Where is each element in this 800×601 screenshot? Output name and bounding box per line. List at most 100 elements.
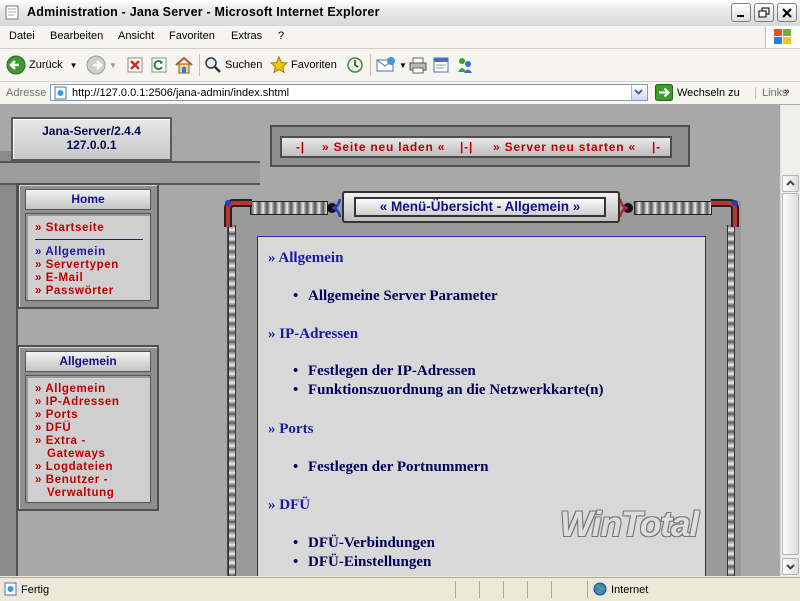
nav-benutzer-verwaltung[interactable]: » Benutzer - (35, 474, 108, 487)
menu-bearbeiten[interactable]: Bearbeiten (50, 30, 103, 42)
address-url: http://127.0.0.1:2506/jana-admin/index.s… (72, 87, 290, 99)
printer-icon (409, 57, 427, 74)
menu-datei[interactable]: Datei (9, 30, 35, 42)
address-dropdown-button[interactable] (631, 85, 647, 100)
print-button[interactable] (409, 53, 427, 77)
menu-help[interactable]: ? (278, 30, 284, 42)
restart-server-link[interactable]: » Server neu starten « (493, 138, 636, 156)
scroll-down-button[interactable] (782, 558, 799, 575)
action-bar: -| » Seite neu laden « |-| » Server neu … (270, 125, 690, 167)
go-button[interactable]: Wechseln zu (655, 84, 740, 101)
top-right-pipe (634, 201, 712, 215)
general-panel-body: » Allgemein » IP-Adressen » Ports » DFÜ … (25, 375, 151, 503)
menu-extras[interactable]: Extras (231, 30, 262, 42)
vertical-scrollbar[interactable] (780, 105, 800, 576)
search-button[interactable]: Suchen (204, 53, 262, 77)
page-content: Jana-Server/2.4.4 127.0.0.1 -| » Seite n… (0, 105, 780, 576)
home-button[interactable] (174, 53, 194, 77)
mail-button[interactable]: ▼ (376, 53, 407, 77)
nav-ip-adressen[interactable]: » IP-Adressen (35, 396, 120, 409)
windows-logo (765, 26, 800, 48)
links-toolbar[interactable]: Links (755, 87, 788, 99)
ie-page-icon (5, 5, 19, 20)
nav-ports[interactable]: » Ports (35, 409, 78, 422)
nav-benutzer-verwaltung-line2[interactable]: Verwaltung (47, 487, 114, 500)
minimize-icon (737, 15, 744, 17)
action-separator: -| (296, 140, 305, 154)
back-dropdown-icon[interactable]: ▼ (70, 61, 78, 70)
restore-button[interactable] (754, 3, 774, 22)
address-bar: Adresse http://127.0.0.1:2506/jana-admin… (0, 82, 800, 105)
left-frame-band (0, 161, 260, 185)
nav-startseite[interactable]: » Startseite (35, 222, 104, 235)
status-bar: Fertig Internet (0, 577, 800, 601)
section-ports-heading[interactable]: » Ports (268, 421, 313, 438)
nav-allgemein[interactable]: » Allgemein (35, 383, 106, 396)
list-item-festlegen-portnummern[interactable]: Festlegen der Portnummern (293, 459, 488, 476)
nav-allgemein-active[interactable]: » Allgemein (35, 246, 106, 259)
nav-divider (35, 239, 143, 240)
search-label: Suchen (225, 59, 263, 71)
home-panel: Home » Startseite » Allgemein » Serverty… (17, 183, 159, 309)
close-button[interactable] (777, 3, 797, 22)
scroll-up-button[interactable] (782, 175, 799, 192)
toolbar: Zurück ▼ ▼ Suchen Favoriten ▼ (0, 49, 800, 82)
stop-icon (127, 57, 143, 73)
forward-dropdown-icon[interactable]: ▼ (109, 61, 117, 70)
nav-email[interactable]: » E-Mail (35, 272, 83, 285)
search-icon (205, 57, 221, 73)
reload-page-link[interactable]: » Seite neu laden « (322, 138, 445, 156)
minimize-button[interactable] (731, 3, 751, 22)
server-version: Jana-Server/2.4.4 (42, 124, 141, 138)
forward-arrow-icon (86, 55, 106, 75)
page-status-icon (4, 582, 17, 596)
nav-dfue[interactable]: » DFÜ (35, 422, 71, 435)
page-icon (54, 86, 67, 100)
menu-favoriten[interactable]: Favoriten (169, 30, 215, 42)
action-separator: |-| (460, 140, 474, 154)
mail-dropdown-icon[interactable]: ▼ (399, 61, 407, 70)
list-item-dfue-verbindungen[interactable]: DFÜ-Verbindungen (293, 535, 435, 552)
wintotal-watermark: WinTotal (560, 505, 699, 544)
back-button[interactable]: Zurück ▼ (6, 53, 78, 77)
scroll-down-icon (786, 564, 795, 570)
home-panel-body: » Startseite » Allgemein » Servertypen »… (25, 213, 151, 301)
list-item-funktionszuordnung[interactable]: Funktionszuordnung an die Netzwerkkarte(… (293, 382, 603, 399)
nav-extra-gateways-line2[interactable]: Gateways (47, 448, 106, 461)
left-frame-strip (0, 151, 18, 576)
windows-flag-icon (774, 29, 791, 44)
forward-button[interactable]: ▼ (86, 53, 117, 77)
home-icon (175, 56, 193, 74)
list-item-allgemeine-server-parameter[interactable]: Allgemeine Server Parameter (293, 288, 498, 305)
refresh-button[interactable] (150, 53, 168, 77)
nav-extra-gateways[interactable]: » Extra - (35, 435, 86, 448)
server-ip: 127.0.0.1 (66, 138, 117, 152)
right-pipe (727, 225, 735, 576)
edit-page-icon (433, 57, 449, 73)
nav-passwoerter[interactable]: » Passwörter (35, 285, 114, 298)
links-chevron-icon[interactable]: » (784, 86, 790, 97)
favorites-label: Favoriten (291, 59, 337, 71)
nav-servertypen[interactable]: » Servertypen (35, 259, 119, 272)
history-button[interactable] (346, 53, 364, 77)
messenger-button[interactable] (456, 53, 474, 77)
chevron-down-icon (634, 89, 643, 95)
section-allgemein-heading[interactable]: » Allgemein (268, 250, 343, 267)
scroll-thumb[interactable] (782, 193, 799, 555)
nav-logdateien[interactable]: » Logdateien (35, 461, 113, 474)
section-ip-adressen-heading[interactable]: » IP-Adressen (268, 326, 358, 343)
refresh-icon (151, 57, 167, 73)
mail-icon (376, 57, 395, 72)
general-panel: Allgemein » Allgemein » IP-Adressen » Po… (17, 345, 159, 511)
stop-button[interactable] (126, 53, 144, 77)
pipe-corner-right-icon (711, 199, 739, 227)
internet-zone-icon (593, 582, 607, 596)
edit-button[interactable] (432, 53, 450, 77)
address-input[interactable]: http://127.0.0.1:2506/jana-admin/index.s… (50, 84, 648, 101)
section-dfue-heading[interactable]: » DFÜ (268, 497, 310, 514)
list-item-dfue-einstellungen[interactable]: DFÜ-Einstellungen (293, 554, 431, 571)
list-item-festlegen-ip-adressen[interactable]: Festlegen der IP-Adressen (293, 363, 476, 380)
menu-ansicht[interactable]: Ansicht (118, 30, 154, 42)
favorites-button[interactable]: Favoriten (270, 53, 337, 77)
menu-bar: Datei Bearbeiten Ansicht Favoriten Extra… (0, 26, 800, 49)
